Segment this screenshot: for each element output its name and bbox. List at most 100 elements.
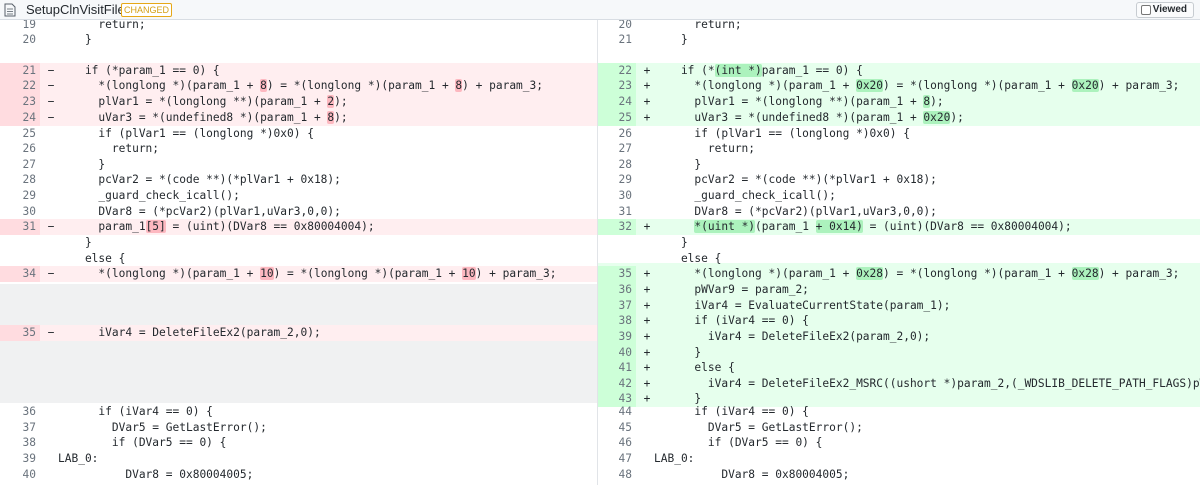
diff-line[interactable]: 46 if (DVar5 == 0) { <box>598 435 1200 451</box>
diff-line[interactable]: 25 + uVar3 = *(undefined8 *)(param_1 + 0x… <box>598 110 1200 126</box>
diff-pane-original[interactable]: 19 return; 20 } 21− if (*param_1 == 0) {22… <box>0 20 597 485</box>
line-number: 22 <box>0 78 40 94</box>
code-text: if (*(int *)param_1 == 0) { <box>654 64 863 77</box>
file-name[interactable]: SetupClnVisitFile <box>26 2 125 17</box>
diff-line[interactable]: else { <box>598 251 1200 267</box>
diff-line[interactable]: 31 DVar8 = (*pcVar2)(plVar1,uVar3,0,0); <box>598 204 1200 220</box>
diff-line[interactable]: 34− *(longlong *)(param_1 + 10) = *(long… <box>0 266 597 282</box>
line-number: 29 <box>22 189 36 202</box>
line-number: 26 <box>618 127 632 140</box>
context-marker <box>44 435 58 451</box>
diff-line[interactable]: 20 } <box>0 32 597 48</box>
line-number: 39 <box>598 329 636 345</box>
code-text: if (plVar1 == (longlong *)0x0) { <box>654 127 910 140</box>
viewed-checkbox[interactable] <box>1140 5 1151 15</box>
addition-marker: + <box>643 330 651 343</box>
diff-line[interactable]: } <box>0 235 597 251</box>
empty-gap <box>0 341 597 403</box>
diff-line[interactable]: 48 DVar8 = 0x80004005; <box>598 467 1200 483</box>
diff-line[interactable]: 19 return; <box>0 20 597 33</box>
line-number: 22 <box>598 63 636 79</box>
code-text: } <box>654 158 702 171</box>
diff-line[interactable]: 39 LAB_0: <box>0 451 597 467</box>
code-text: pWVar9 = param_2; <box>654 283 809 296</box>
diff-line[interactable]: 32 + *(uint *)(param_1 + 0x14) = (uint)(D… <box>598 219 1200 235</box>
diff-line[interactable]: 40 + } <box>598 345 1200 361</box>
line-number <box>0 235 40 251</box>
code-text: } <box>58 158 106 171</box>
diff-line[interactable]: 28 pcVar2 = *(code **)(*plVar1 + 0x18); <box>0 172 597 188</box>
context-marker <box>640 188 654 204</box>
diff-line[interactable]: 22 + if (*(int *)param_1 == 0) { <box>598 63 1200 79</box>
diff-line[interactable]: 29 pcVar2 = *(code **)(*plVar1 + 0x18); <box>598 172 1200 188</box>
line-number: 28 <box>618 158 632 171</box>
context-marker <box>640 126 654 142</box>
diff-line[interactable]: 39 + iVar4 = DeleteFileEx2(param_2,0); <box>598 329 1200 345</box>
code-text: LAB_0: <box>58 452 99 465</box>
diff-line[interactable]: 21− if (*param_1 == 0) { <box>0 63 597 79</box>
diff-line[interactable]: 27 } <box>0 157 597 173</box>
context-marker <box>44 188 58 204</box>
diff-line[interactable]: 47 LAB_0: <box>598 451 1200 467</box>
diff-line[interactable]: 21 } <box>598 32 1200 48</box>
diff-line[interactable]: 41 + else { <box>598 360 1200 376</box>
diff-line[interactable]: 24− uVar3 = *(undefined8 *)(param_1 + 8)… <box>0 110 597 126</box>
diff-line[interactable]: 36 + pWVar9 = param_2; <box>598 282 1200 298</box>
diff-line[interactable]: 27 return; <box>598 141 1200 157</box>
diff-line[interactable]: 28 } <box>598 157 1200 173</box>
code-text: iVar4 = DeleteFileEx2(param_2,0); <box>654 330 931 343</box>
code-text: return; <box>58 142 160 155</box>
diff-line[interactable]: 22− *(longlong *)(param_1 + 8) = *(longl… <box>0 78 597 94</box>
deletion-marker: − <box>47 326 55 339</box>
line-number: 36 <box>598 282 636 298</box>
line-number: 25 <box>598 110 636 126</box>
diff-line[interactable]: 31− param_1[5] = (uint)(DVar8 == 0x80004… <box>0 219 597 235</box>
diff-line[interactable]: 25 if (plVar1 == (longlong *)0x0) { <box>0 126 597 142</box>
diff-line[interactable]: 37 + iVar4 = EvaluateCurrentState(param_1… <box>598 298 1200 314</box>
context-marker <box>640 157 654 173</box>
code-text: else { <box>58 252 126 265</box>
line-number: 24 <box>0 110 40 126</box>
diff-line[interactable]: 26 return; <box>0 141 597 157</box>
code-text: } <box>58 33 92 46</box>
code-text: if (iVar4 == 0) { <box>654 405 809 418</box>
addition-marker: + <box>643 361 651 374</box>
diff-line[interactable]: 23 + *(longlong *)(param_1 + 0x20) = *(lo… <box>598 78 1200 94</box>
line-number: 37 <box>22 421 36 434</box>
context-marker <box>44 404 58 420</box>
diff-line[interactable]: 29 _guard_check_icall(); <box>0 188 597 204</box>
diff-line[interactable]: 30 _guard_check_icall(); <box>598 188 1200 204</box>
addition-marker: + <box>643 377 651 390</box>
diff-line[interactable]: 35− iVar4 = DeleteFileEx2(param_2,0); <box>0 325 597 341</box>
diff-line[interactable]: else { <box>0 251 597 267</box>
viewed-toggle[interactable]: Viewed <box>1135 2 1194 18</box>
diff-pane-modified[interactable]: 20 return; 21 } 22 + if (*(int *)param_1 ==… <box>597 20 1200 485</box>
diff-line[interactable]: 30 DVar8 = (*pcVar2)(plVar1,uVar3,0,0); <box>0 204 597 220</box>
line-number: 21 <box>618 33 632 46</box>
diff-line[interactable]: 36 if (iVar4 == 0) { <box>0 404 597 420</box>
diff-line[interactable]: 45 DVar5 = GetLastError(); <box>598 420 1200 436</box>
diff-line[interactable]: 23− plVar1 = *(longlong **)(param_1 + 2)… <box>0 94 597 110</box>
diff-line[interactable]: 26 if (plVar1 == (longlong *)0x0) { <box>598 126 1200 142</box>
context-marker <box>44 32 58 48</box>
diff-line[interactable]: 37 DVar5 = GetLastError(); <box>0 420 597 436</box>
diff-line[interactable]: 38 + if (iVar4 == 0) { <box>598 313 1200 329</box>
diff-line[interactable]: 24 + plVar1 = *(longlong **)(param_1 + 8)… <box>598 94 1200 110</box>
code-text: iVar4 = DeleteFileEx2(param_2,0); <box>58 326 321 339</box>
diff-line[interactable]: 38 if (DVar5 == 0) { <box>0 435 597 451</box>
line-number: 37 <box>598 298 636 314</box>
diff-line[interactable]: 35 + *(longlong *)(param_1 + 0x28) = *(lo… <box>598 266 1200 282</box>
diff-line[interactable]: 40 DVar8 = 0x80004005; <box>0 467 597 483</box>
context-marker <box>44 467 58 483</box>
line-number <box>0 251 40 267</box>
line-number: 23 <box>0 94 40 110</box>
diff-line[interactable]: 42 + iVar4 = DeleteFileEx2_MSRC((ushort *… <box>598 376 1200 392</box>
code-text: if (plVar1 == (longlong *)0x0) { <box>58 127 314 140</box>
line-number: 31 <box>618 205 632 218</box>
code-text: uVar3 = *(undefined8 *)(param_1 + 0x20); <box>654 111 964 124</box>
diff-line[interactable]: 44 if (iVar4 == 0) { <box>598 404 1200 420</box>
code-text: pcVar2 = *(code **)(*plVar1 + 0x18); <box>654 173 937 186</box>
code-text: DVar8 = 0x80004005; <box>58 468 254 481</box>
diff-line[interactable]: 20 return; <box>598 20 1200 33</box>
diff-line[interactable]: } <box>598 235 1200 251</box>
